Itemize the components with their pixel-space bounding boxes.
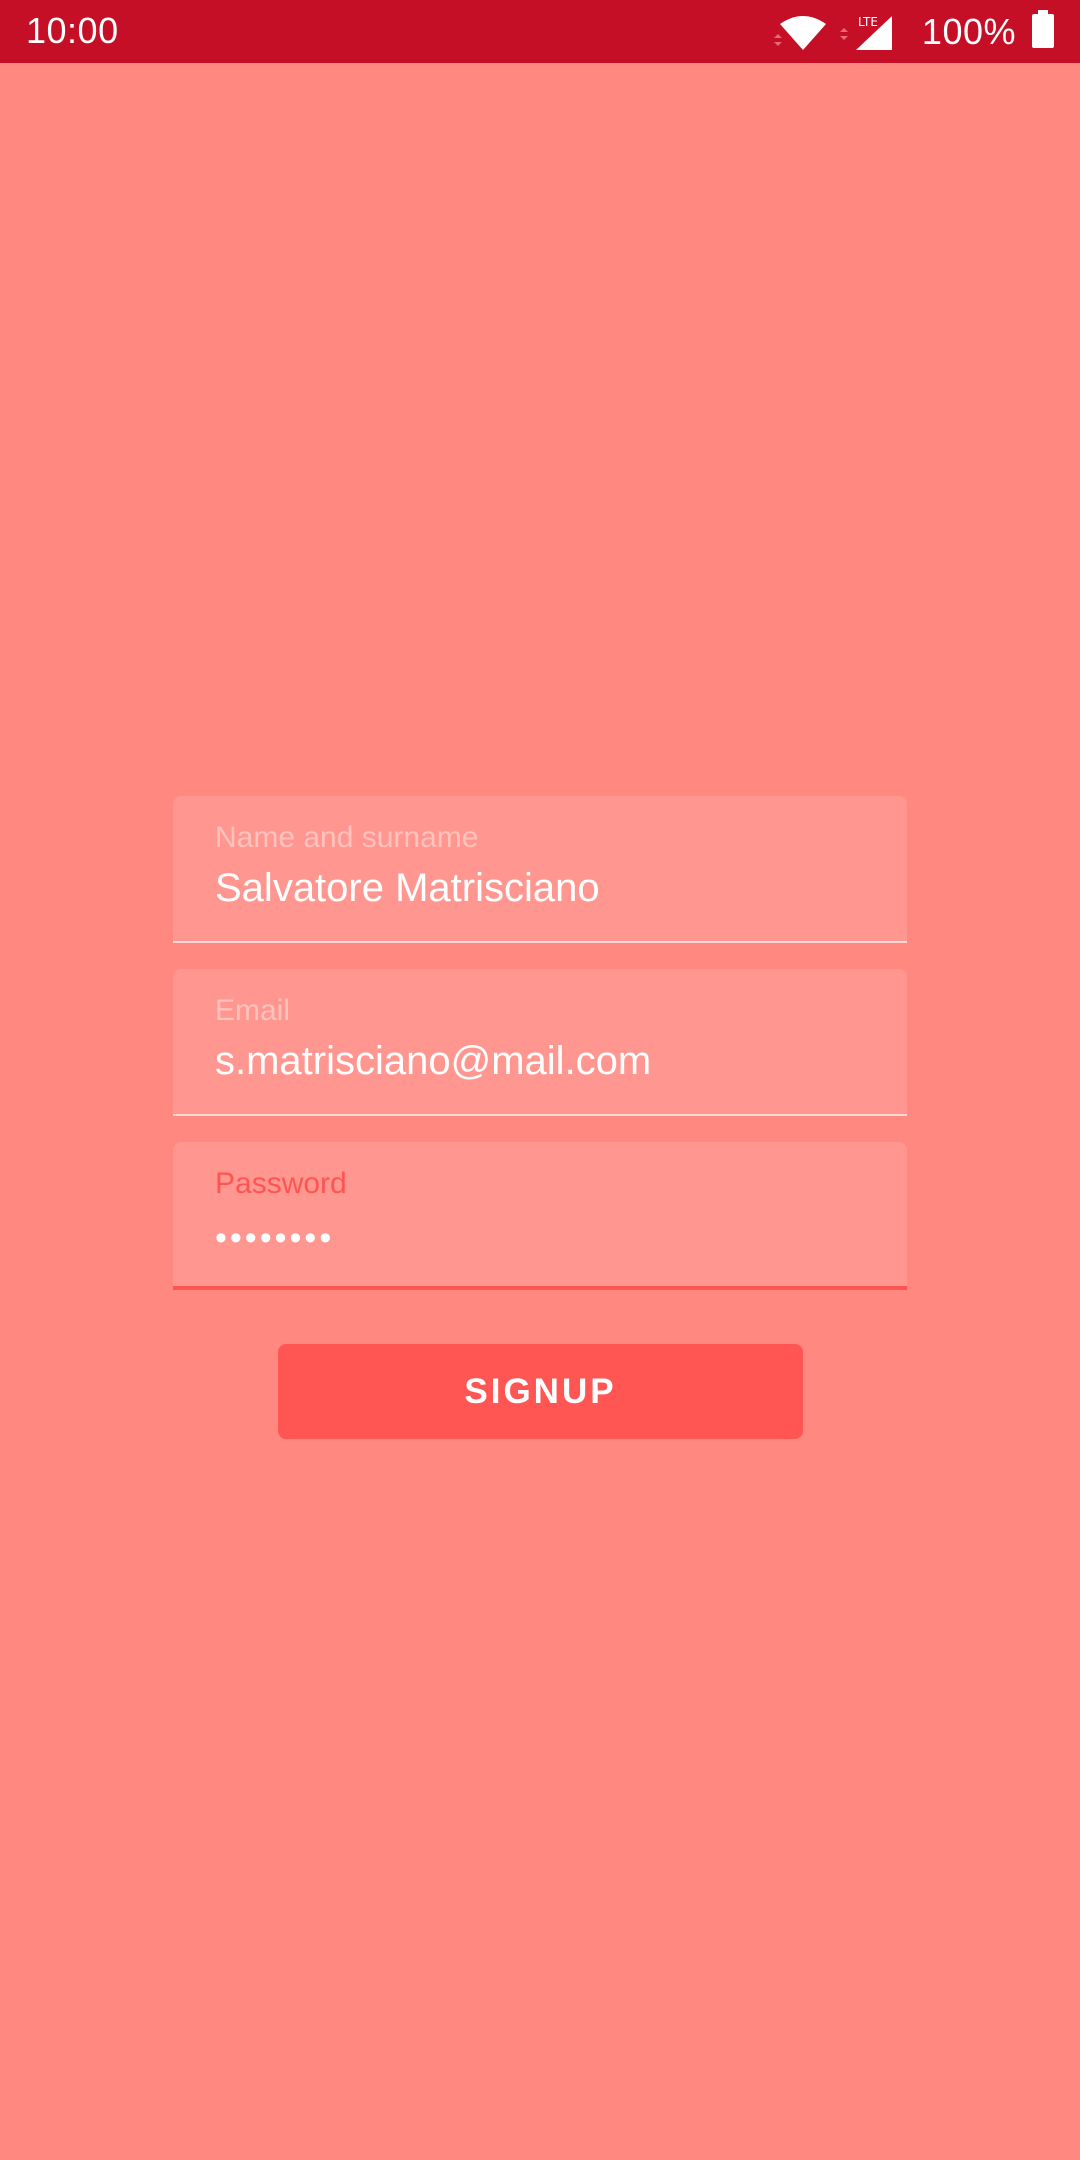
name-field-value[interactable]: Salvatore Matrisciano bbox=[215, 864, 600, 912]
status-bar: 10:00 LTE 100% bbox=[0, 0, 1080, 63]
name-field-label: Name and surname bbox=[215, 821, 479, 854]
email-field[interactable]: Email s.matrisciano@mail.com bbox=[173, 969, 907, 1116]
password-field[interactable]: Password •••••••• bbox=[173, 1142, 907, 1290]
signup-button[interactable]: SIGNUP bbox=[278, 1344, 803, 1439]
status-icons: LTE 100% bbox=[770, 0, 1054, 63]
wifi-icon bbox=[770, 12, 826, 52]
password-field-value[interactable]: •••••••• bbox=[215, 1214, 334, 1262]
password-field-label: Password bbox=[215, 1167, 347, 1200]
email-field-value[interactable]: s.matrisciano@mail.com bbox=[215, 1037, 651, 1085]
network-type-label: LTE bbox=[858, 15, 878, 29]
name-field-underline bbox=[173, 941, 907, 943]
name-field[interactable]: Name and surname Salvatore Matrisciano bbox=[173, 796, 907, 943]
password-field-underline bbox=[173, 1286, 907, 1290]
email-field-underline bbox=[173, 1114, 907, 1116]
battery-icon bbox=[1032, 10, 1054, 53]
status-time: 10:00 bbox=[26, 10, 119, 51]
cell-signal-icon: LTE bbox=[839, 12, 896, 52]
email-field-label: Email bbox=[215, 994, 291, 1027]
battery-percentage: 100% bbox=[921, 10, 1016, 52]
